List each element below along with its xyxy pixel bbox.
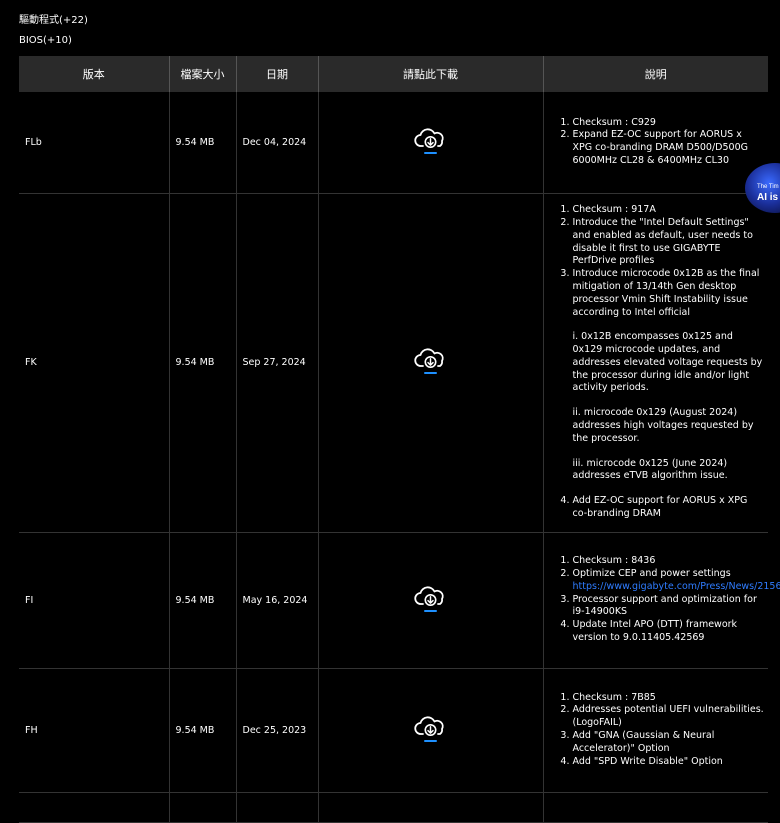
category-links: 驅動程式(+22) BIOS(+10)	[19, 11, 88, 51]
description-cell: Checksum : 7B85 Addresses potential UEFI…	[543, 668, 768, 793]
cloud-download-icon[interactable]	[413, 127, 448, 158]
note-text: i. 0x12B encompasses 0x125 and 0x129 mic…	[572, 331, 763, 394]
list-item: Add "SPD Write Disable" Option	[573, 756, 765, 769]
date-cell: Dec 25, 2023	[236, 668, 319, 793]
version-cell: FLb	[19, 92, 170, 194]
table-row	[19, 792, 768, 823]
promo-badge-line1: The Tim	[757, 184, 779, 190]
list-item: Addresses potential UEFI vulnerabilities…	[573, 704, 765, 730]
header-download: 請點此下載	[318, 56, 544, 92]
date-cell: Dec 04, 2024	[236, 92, 319, 194]
size-cell: 9.54 MB	[169, 532, 237, 669]
bios-link[interactable]: BIOS(+10)	[19, 31, 88, 51]
list-item: Checksum : 8436	[573, 555, 765, 568]
table-header-row: 版本 檔案大小 日期 請點此下載 說明	[19, 56, 768, 92]
list-item: Update Intel APO (DTT) framework version…	[573, 619, 765, 645]
change-list: Checksum : C929 Expand EZ-OC support for…	[559, 117, 765, 168]
size-cell: 9.54 MB	[169, 92, 237, 194]
header-size: 檔案大小	[169, 56, 237, 92]
list-item-text: Introduce microcode 0x12B as the final m…	[572, 268, 760, 318]
list-item: Introduce microcode 0x12B as the final m…	[573, 268, 765, 483]
list-item: Checksum : 7B85	[573, 692, 765, 705]
list-item: Checksum : C929	[573, 117, 765, 130]
table-row: FH 9.54 MB Dec 25, 2023 Checksum : 7B85 …	[19, 668, 768, 793]
table-row: FLb 9.54 MB Dec 04, 2024 Checksum : C929…	[19, 92, 768, 194]
cloud-download-icon[interactable]	[413, 585, 448, 616]
bios-table: 版本 檔案大小 日期 請點此下載 說明 FLb 9.54 MB Dec 04, …	[19, 56, 780, 823]
table-row: FI 9.54 MB May 16, 2024 Checksum : 8436 …	[19, 532, 780, 669]
download-cell	[318, 532, 544, 669]
header-version: 版本	[19, 56, 170, 92]
change-list: Checksum : 917A Introduce the "Intel Def…	[559, 204, 765, 521]
version-cell: FK	[19, 193, 170, 533]
size-cell: 9.54 MB	[169, 668, 237, 793]
list-item-text: Optimize CEP and power settings	[572, 568, 731, 579]
change-list: Checksum : 8436 Optimize CEP and power s…	[559, 555, 780, 645]
header-description: 說明	[543, 56, 768, 92]
promo-badge-line2: AI is N	[757, 192, 780, 203]
cloud-download-icon[interactable]	[413, 347, 448, 378]
microcode-notes: i. 0x12B encompasses 0x125 and 0x129 mic…	[573, 331, 765, 483]
note-text: iii. microcode 0x125 (June 2024) address…	[572, 457, 728, 482]
version-cell: FI	[19, 532, 170, 669]
header-date: 日期	[236, 56, 319, 92]
download-cell	[318, 668, 544, 793]
size-cell: 9.54 MB	[169, 193, 237, 533]
list-item: Checksum : 917A	[573, 204, 765, 217]
description-cell: Checksum : C929 Expand EZ-OC support for…	[543, 92, 768, 194]
list-item: Introduce the "Intel Default Settings" a…	[573, 217, 765, 268]
list-item: Processor support and optimization for i…	[573, 594, 765, 620]
download-cell	[318, 193, 544, 533]
description-cell: Checksum : 917A Introduce the "Intel Def…	[543, 193, 768, 533]
press-news-link[interactable]: https://www.gigabyte.com/Press/News/2156	[573, 581, 780, 594]
date-cell: Sep 27, 2024	[236, 193, 319, 533]
download-cell	[318, 92, 544, 194]
drivers-link[interactable]: 驅動程式(+22)	[19, 11, 88, 31]
change-list: Checksum : 7B85 Addresses potential UEFI…	[559, 692, 765, 769]
version-cell: FH	[19, 668, 170, 793]
list-item: Expand EZ-OC support for AORUS x XPG co-…	[573, 129, 765, 167]
note-text: ii. microcode 0x129 (August 2024) addres…	[572, 407, 754, 444]
list-item: Optimize CEP and power settings https://…	[572, 568, 780, 594]
cloud-download-icon[interactable]	[413, 715, 448, 746]
list-item: Add "GNA (Gaussian & Neural Accelerator)…	[573, 730, 765, 756]
date-cell: May 16, 2024	[236, 532, 319, 669]
table-row: FK 9.54 MB Sep 27, 2024 Checksum : 917A …	[19, 193, 768, 533]
list-item: Add EZ-OC support for AORUS x XPG co-bra…	[573, 495, 765, 521]
description-cell: Checksum : 8436 Optimize CEP and power s…	[543, 532, 780, 669]
